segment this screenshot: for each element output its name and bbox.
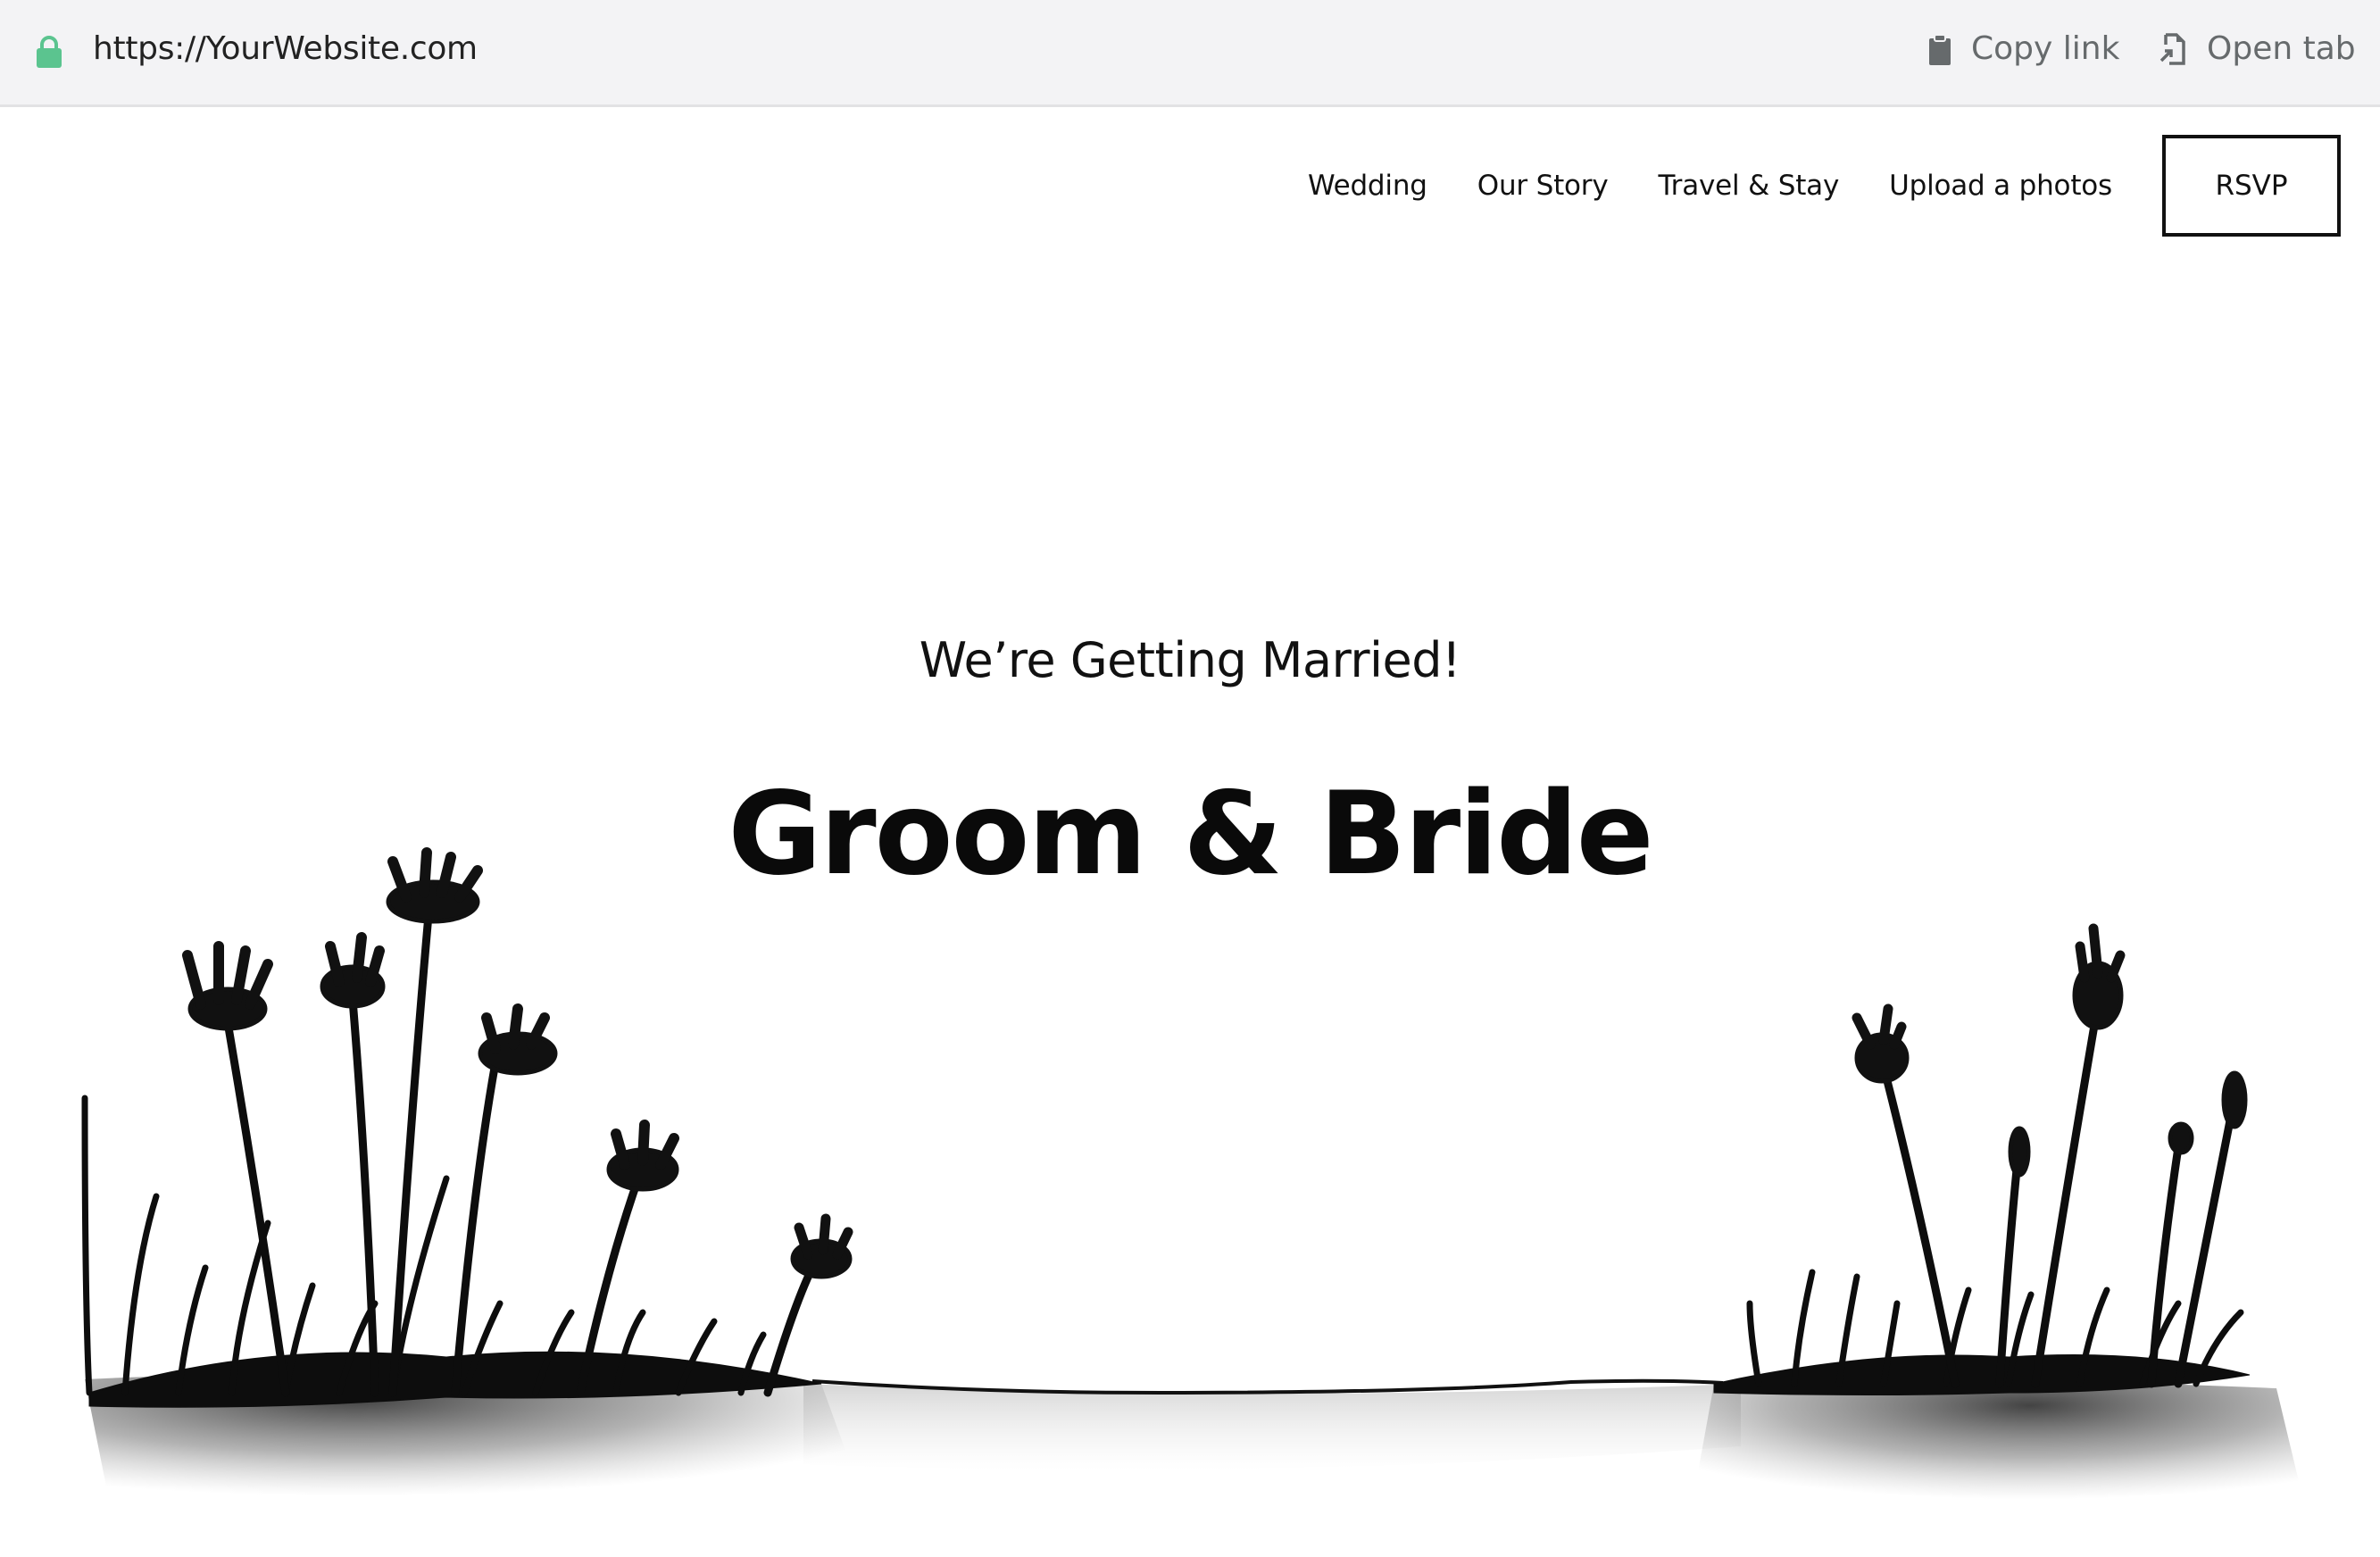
right-flower-heads bbox=[1852, 923, 2248, 1178]
flower-illustration bbox=[81, 847, 2303, 1506]
hero-subtitle: We’re Getting Married! bbox=[919, 632, 1461, 688]
copy-link-label: Copy link bbox=[1971, 30, 2120, 67]
right-grass bbox=[1713, 1269, 2251, 1395]
clipboard-icon bbox=[1929, 33, 1951, 65]
nav-link-upload-photos[interactable]: Upload a photos bbox=[1889, 170, 2112, 202]
nav-link-our-story[interactable]: Our Story bbox=[1477, 170, 1609, 202]
lock-icon bbox=[37, 36, 62, 68]
left-flowers bbox=[223, 911, 817, 1397]
ground-shading-right bbox=[1696, 1380, 2303, 1506]
site-navigation: Wedding Our Story Travel & Stay Upload a… bbox=[1308, 134, 2341, 237]
rsvp-button[interactable]: RSVP bbox=[2162, 135, 2341, 237]
browser-address-bar: https://YourWebsite.com Copy link Open t… bbox=[0, 0, 2380, 107]
copy-link-button[interactable]: Copy link bbox=[1928, 30, 2119, 67]
ground-shading-mid bbox=[803, 1384, 1741, 1470]
right-flowers bbox=[1879, 1000, 2236, 1388]
left-flower-heads bbox=[182, 847, 853, 1279]
left-grass bbox=[81, 1095, 822, 1408]
url-text[interactable]: https://YourWebsite.com bbox=[93, 30, 478, 67]
nav-link-travel-stay[interactable]: Travel & Stay bbox=[1659, 170, 1840, 202]
open-tab-icon bbox=[2159, 32, 2185, 65]
nav-link-wedding[interactable]: Wedding bbox=[1308, 170, 1427, 202]
open-tab-label: Open tab bbox=[2207, 30, 2356, 67]
open-tab-button[interactable]: Open tab bbox=[2159, 30, 2356, 67]
